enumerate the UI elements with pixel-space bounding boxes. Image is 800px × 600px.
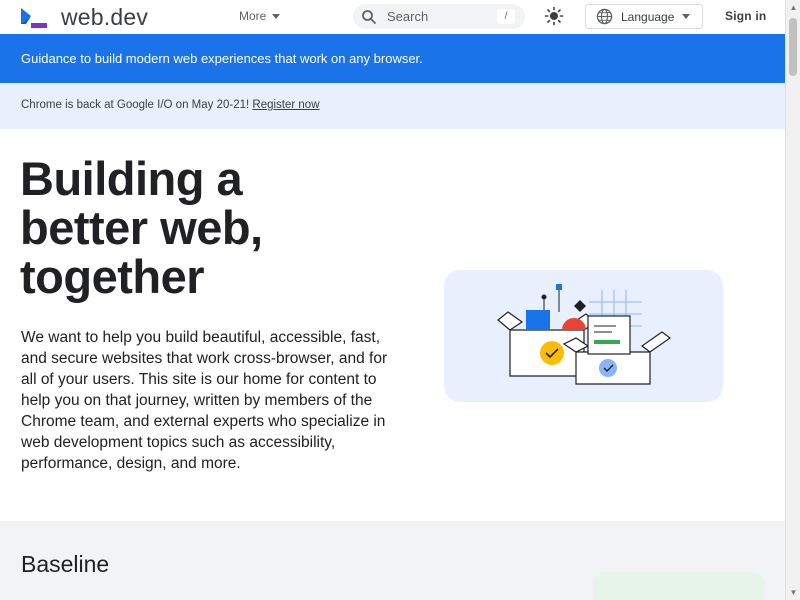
tagline-banner: Guidance to build modern web experiences… [0, 34, 785, 83]
announcement-text: Chrome is back at Google I/O on May 20-2… [21, 99, 320, 111]
more-menu-button[interactable]: More [239, 9, 281, 23]
hero-title-line: better web, [20, 201, 263, 254]
scroll-up-arrow-icon[interactable]: ▲ [786, 0, 800, 15]
search-input[interactable]: Search [387, 9, 428, 24]
globe-icon [596, 8, 613, 25]
sign-in-button[interactable]: Sign in [725, 9, 766, 23]
top-nav: web.dev More Search / Language Sign in [0, 0, 785, 34]
baseline-section: Baseline [0, 521, 785, 600]
web-dev-logo-icon [21, 7, 47, 28]
hero-illustration [444, 270, 723, 402]
hero-title-line: together [20, 250, 205, 303]
announcement-message: Chrome is back at Google I/O on May 20-2… [21, 99, 253, 111]
more-label: More [239, 9, 267, 23]
boxes-illustration [497, 284, 672, 385]
scroll-down-arrow-icon[interactable]: ▼ [786, 585, 800, 600]
tagline-text: Guidance to build modern web experiences… [21, 51, 423, 66]
announcement-banner: Chrome is back at Google I/O on May 20-2… [0, 83, 785, 129]
hero-description: We want to help you build beautiful, acc… [21, 329, 388, 472]
theme-toggle-icon[interactable] [544, 6, 564, 26]
baseline-card [593, 572, 765, 600]
search-shortcut-hint: / [497, 9, 515, 24]
site-name: web.dev [61, 4, 149, 30]
site-logo[interactable]: web.dev [19, 4, 148, 31]
hero-title-line: Building a [20, 152, 243, 205]
search-icon [362, 10, 376, 24]
caret-down-icon [682, 14, 691, 19]
hero-title: Building a better web, together [20, 154, 380, 301]
baseline-heading: Baseline [21, 551, 110, 577]
register-now-link[interactable]: Register now [252, 99, 319, 111]
language-select[interactable]: Language [585, 4, 703, 29]
page: web.dev More Search / Language Sign in G… [0, 0, 785, 600]
vertical-scrollbar[interactable]: ▲ ▼ [785, 0, 800, 600]
caret-down-icon [272, 13, 281, 19]
language-label: Language [621, 9, 675, 24]
search-box[interactable]: Search / [353, 4, 525, 29]
scrollbar-thumb[interactable] [789, 18, 797, 76]
